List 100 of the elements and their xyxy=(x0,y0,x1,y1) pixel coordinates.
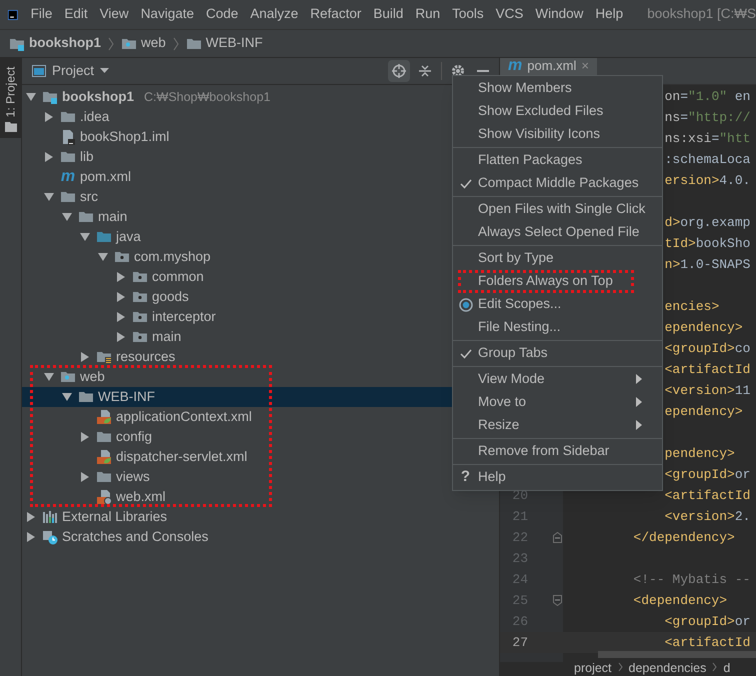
tree-item[interactable]: config xyxy=(22,427,452,447)
menu-item[interactable]: View Mode xyxy=(453,368,662,391)
folder-icon xyxy=(78,389,94,405)
tree-item[interactable]: web xyxy=(22,367,452,387)
settings-icon[interactable] xyxy=(451,64,465,78)
code-line: <artifactId xyxy=(664,488,750,503)
tree-item[interactable]: applicationContext.xml xyxy=(22,407,452,427)
menu-bar-item[interactable]: Window xyxy=(529,4,590,25)
collapsed-arrow-icon[interactable] xyxy=(116,312,126,322)
fold-marker-icon[interactable] xyxy=(553,595,562,606)
menu-bar-item[interactable]: Edit xyxy=(58,4,94,25)
collapsed-arrow-icon[interactable] xyxy=(44,112,54,122)
caret-icon[interactable] xyxy=(100,68,110,74)
expanded-arrow-icon[interactable] xyxy=(98,252,108,262)
tree-item[interactable]: m pom.xml xyxy=(22,167,452,187)
tree-item[interactable]: src xyxy=(22,187,452,207)
folder-icon xyxy=(96,429,112,445)
menu-item[interactable]: File Nesting... xyxy=(453,316,662,339)
expanded-arrow-icon[interactable] xyxy=(44,372,54,382)
fold-marker-icon[interactable] xyxy=(553,532,562,543)
folder-icon xyxy=(78,209,94,225)
menu-item[interactable]: Resize xyxy=(453,414,662,437)
menu-item[interactable]: Move to xyxy=(453,391,662,414)
menu-bar-item[interactable]: Run xyxy=(409,4,446,25)
menu-item[interactable]: Open Files with Single Click xyxy=(453,198,662,221)
menu-item[interactable]: Flatten Packages xyxy=(453,149,662,172)
collapsed-arrow-icon[interactable] xyxy=(80,472,90,482)
tool-window-tab[interactable]: 1: Project xyxy=(0,58,21,138)
menu-item[interactable]: Folders Always on Top xyxy=(453,270,662,293)
menu-item[interactable]: Edit Scopes... xyxy=(453,293,662,316)
expanded-arrow-icon[interactable] xyxy=(80,232,90,242)
tree-item[interactable]: interceptor xyxy=(22,307,452,327)
folder-icon xyxy=(60,149,76,165)
breadcrumb-item[interactable]: web xyxy=(141,33,166,54)
tree-item[interactable]: Scratches and Consoles xyxy=(22,527,452,547)
tree-item[interactable]: lib xyxy=(22,147,452,167)
menu-bar-item[interactable]: Build xyxy=(367,4,410,25)
code-line: ns="http:// xyxy=(664,110,750,125)
maven-icon: m xyxy=(508,59,522,73)
collapsed-arrow-icon[interactable] xyxy=(44,152,54,162)
code-line: encies> xyxy=(664,299,720,314)
tree-item[interactable]: bookShop1.iml xyxy=(22,127,452,147)
expanded-arrow-icon[interactable] xyxy=(44,192,54,202)
menu-item[interactable]: ? Help xyxy=(453,466,662,489)
expanded-arrow-icon[interactable] xyxy=(62,212,72,222)
menu-bar-item[interactable]: File xyxy=(24,4,58,25)
module-icon xyxy=(42,89,58,105)
menu-item[interactable]: Show Excluded Files xyxy=(453,100,662,123)
tree-item[interactable]: views xyxy=(22,467,452,487)
tree-item[interactable]: resources xyxy=(22,347,452,367)
tree-item[interactable]: WEB-INF xyxy=(22,387,452,407)
menu-bar-item[interactable]: Refactor xyxy=(304,4,368,25)
code-line: ersion>4.0. xyxy=(664,173,750,188)
tree-item[interactable]: common xyxy=(22,267,452,287)
tree-item[interactable]: com.myshop xyxy=(22,247,452,267)
collapsed-arrow-icon[interactable] xyxy=(80,432,90,442)
collapsed-arrow-icon[interactable] xyxy=(26,532,36,542)
scratch-file-icon xyxy=(42,529,58,545)
window-title: bookshop1 [C:₩S xyxy=(646,5,756,24)
code-line: n>1.0-SNAPS xyxy=(664,257,750,272)
menu-item[interactable]: Always Select Opened File xyxy=(453,221,662,244)
locate-button[interactable] xyxy=(388,60,410,82)
menu-bar-item[interactable]: Help xyxy=(589,4,630,25)
tree-item[interactable]: .idea xyxy=(22,107,452,127)
tree-item[interactable]: goods xyxy=(22,287,452,307)
tree-item[interactable]: bookshop1 C:₩Shop₩bookshop1 xyxy=(22,87,452,107)
collapse-all-icon[interactable] xyxy=(418,64,432,78)
tree-item[interactable]: dispatcher-servlet.xml xyxy=(22,447,452,467)
breadcrumb-item[interactable]: bookshop1 xyxy=(29,33,102,54)
breadcrumb-item[interactable]: dependencies xyxy=(628,662,706,674)
menu-item[interactable]: Group Tabs xyxy=(453,342,662,365)
menu-bar-item[interactable]: VCS xyxy=(490,4,530,25)
collapsed-arrow-icon[interactable] xyxy=(116,272,126,282)
folder-icon xyxy=(60,189,76,205)
menu-bar-item[interactable]: Analyze xyxy=(244,4,304,25)
menu-bar-item[interactable]: View xyxy=(94,4,135,25)
expanded-arrow-icon[interactable] xyxy=(62,392,72,402)
tree-item[interactable]: java xyxy=(22,227,452,247)
collapsed-arrow-icon[interactable] xyxy=(116,332,126,342)
breadcrumb-item[interactable]: WEB-INF xyxy=(206,33,263,54)
collapsed-arrow-icon[interactable] xyxy=(80,352,90,362)
collapsed-arrow-icon[interactable] xyxy=(26,512,36,522)
menu-item[interactable]: Remove from Sidebar xyxy=(453,440,662,463)
menu-item[interactable]: Show Visibility Icons xyxy=(453,123,662,146)
tree-item[interactable]: External Libraries xyxy=(22,507,452,527)
breadcrumb-item[interactable]: project xyxy=(574,662,612,674)
collapsed-arrow-icon[interactable] xyxy=(116,292,126,302)
tree-item[interactable]: main xyxy=(22,207,452,227)
scrollbar-thumb[interactable] xyxy=(598,651,756,658)
panel-title[interactable]: Project xyxy=(52,60,94,82)
tree-item[interactable]: main xyxy=(22,327,452,347)
menu-item[interactable]: Sort by Type xyxy=(453,247,662,270)
tree-item[interactable]: web.xml xyxy=(22,487,452,507)
resources-folder-icon xyxy=(96,349,112,365)
menu-item[interactable]: Compact Middle Packages xyxy=(453,172,662,195)
menu-bar-item[interactable]: Code xyxy=(200,4,244,25)
menu-bar-item[interactable]: Navigate xyxy=(134,4,200,25)
expanded-arrow-icon[interactable] xyxy=(26,92,36,102)
menu-bar-item[interactable]: Tools xyxy=(446,4,490,25)
breadcrumb-item[interactable]: d xyxy=(723,662,730,674)
